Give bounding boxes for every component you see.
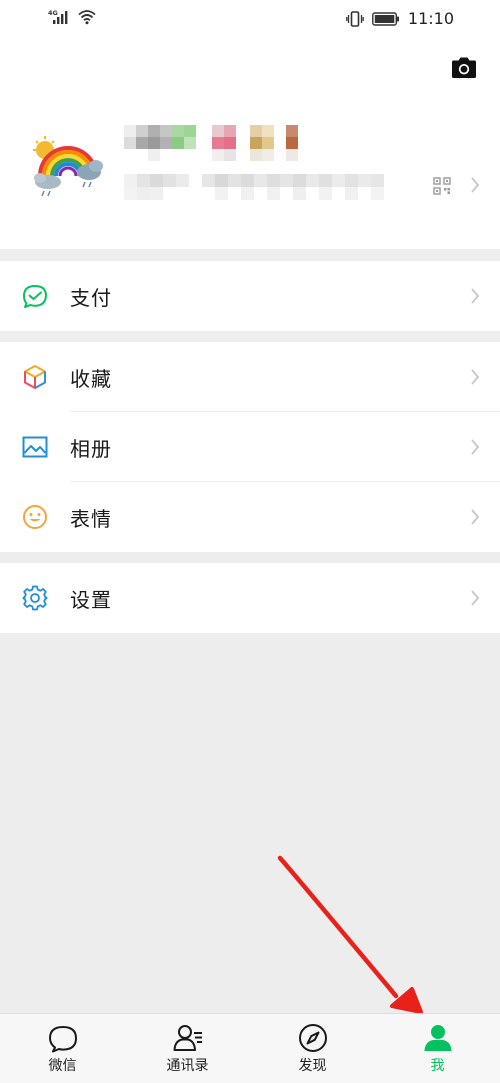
wifi-icon [78,10,96,25]
bottom-tab-bar: 微信 通讯录 发现 我 [0,1013,500,1083]
tab-chats[interactable]: 微信 [0,1014,125,1083]
menu-label-settings: 设置 [70,587,112,612]
wallet-check-icon [23,285,47,308]
menu-group-pay: 支付 [0,261,500,331]
contacts-icon [173,1025,202,1051]
menu-label-pay: 支付 [70,285,112,310]
compass-icon [298,1024,327,1052]
person-icon [424,1025,451,1051]
status-right: 11:10 [346,9,454,28]
chevron-right-icon [471,590,480,606]
chevron-right-icon [471,177,480,193]
wechat-me-screen: 4G 11:10 支付 收藏 相册 表情 设置 微信 通讯录 发现 我 [0,0,500,1083]
menu-item-favorites[interactable]: 收藏 [0,342,500,412]
tab-label-me: 我 [430,1058,445,1074]
tab-label-chats: 微信 [48,1058,77,1074]
chevron-right-icon [471,439,480,455]
profile-header[interactable] [0,38,500,249]
gear-icon [22,585,48,611]
menu-label-favorites: 收藏 [70,366,112,391]
clock-time: 11:10 [407,9,454,28]
menu-item-album[interactable]: 相册 [0,412,500,482]
status-bar: 4G 11:10 [0,0,500,38]
menu-label-album: 相册 [70,436,112,461]
status-left: 4G [48,9,96,25]
chevron-right-icon [471,369,480,385]
tab-label-contacts: 通讯录 [166,1058,209,1074]
smiley-icon [23,505,47,529]
chevron-right-icon [471,509,480,525]
tab-label-discover: 发现 [298,1058,327,1074]
tab-me[interactable]: 我 [375,1014,500,1083]
vibrate-icon [346,10,364,27]
picture-icon [22,436,48,458]
battery-icon [371,11,399,26]
tab-contacts[interactable]: 通讯录 [125,1014,250,1083]
chevron-right-icon [471,288,480,304]
wechat-id-redacted [124,174,384,200]
signal-icon: 4G [48,9,68,24]
network-label: 4G [48,9,58,17]
menu-label-stickers: 表情 [70,506,112,531]
qr-code-icon[interactable] [433,177,451,195]
tab-discover[interactable]: 发现 [250,1014,375,1083]
menu-group-content: 收藏 相册 表情 [0,342,500,552]
menu-group-settings: 设置 [0,563,500,633]
avatar[interactable] [30,128,104,202]
cube-icon [24,365,46,389]
camera-icon[interactable] [450,56,478,80]
menu-item-pay[interactable]: 支付 [0,261,500,331]
nickname-redacted [124,125,298,161]
menu-item-settings[interactable]: 设置 [0,563,500,633]
menu-item-stickers[interactable]: 表情 [0,482,500,552]
chat-bubble-icon [48,1026,77,1053]
